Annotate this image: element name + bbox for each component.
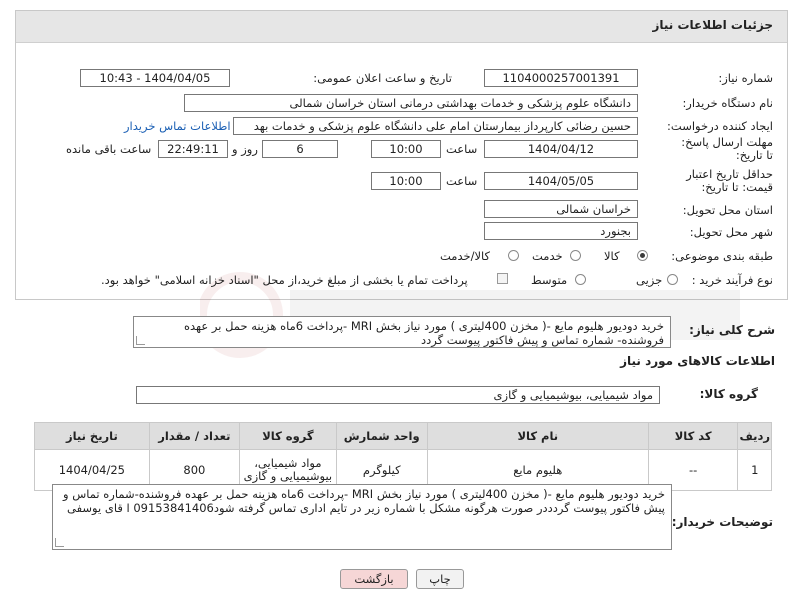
resize-grip-icon[interactable] bbox=[136, 336, 145, 345]
cell-group-line1: مواد شیمیایی، bbox=[254, 456, 322, 470]
province-label: استان محل تحویل: bbox=[682, 203, 773, 217]
process-medium-radio[interactable] bbox=[575, 274, 586, 285]
cell-group-line2: بیوشیمیایی و گازی bbox=[243, 469, 333, 483]
goods-group-value: مواد شیمیایی، بیوشیمیایی و گازی bbox=[136, 386, 660, 404]
days-value: 6 bbox=[262, 140, 338, 158]
category-service-label: خدمت bbox=[532, 249, 563, 263]
category-goods-service-label: کالا/خدمت bbox=[440, 249, 491, 263]
goods-table: ردیف کد کالا نام کالا واحد شمارش گروه کا… bbox=[34, 422, 772, 491]
process-minor-radio[interactable] bbox=[667, 274, 678, 285]
print-button[interactable]: چاپ bbox=[416, 569, 464, 589]
buyer-notes-label: توضیحات خریدار: bbox=[671, 515, 773, 529]
col-name: نام کالا bbox=[426, 422, 649, 450]
buyer-org-label: نام دستگاه خریدار: bbox=[682, 96, 773, 110]
city-label: شهر محل تحویل: bbox=[689, 225, 773, 239]
requester-label: ایجاد کننده درخواست: bbox=[667, 119, 773, 133]
treasury-payment-checkbox[interactable] bbox=[497, 273, 508, 284]
province-value: خراسان شمالی bbox=[484, 200, 638, 218]
category-service-radio[interactable] bbox=[570, 250, 581, 261]
price-validity-label: حداقل تاریخ اعتبار قیمت: تا تاریخ: bbox=[686, 167, 773, 194]
process-minor-label: جزیی bbox=[636, 273, 663, 287]
category-goods-label: کالا bbox=[604, 249, 620, 263]
category-goods-radio[interactable] bbox=[637, 250, 648, 261]
buyer-contact-link[interactable]: اطلاعات تماس خریدار bbox=[124, 119, 231, 133]
buyer-notes-textarea[interactable]: خرید دودیور هلیوم مایع -( مخزن 400لیتری … bbox=[52, 484, 672, 550]
need-number-label: شماره نیاز: bbox=[718, 71, 773, 85]
buyer-org-value: دانشگاه علوم پزشکی و خدمات بهداشتی درمان… bbox=[184, 94, 638, 112]
process-medium-label: متوسط bbox=[531, 273, 568, 287]
deadline-time-value: 10:00 bbox=[371, 140, 441, 158]
resize-grip-icon[interactable] bbox=[55, 538, 64, 547]
price-validity-time-label: ساعت bbox=[446, 174, 478, 188]
col-qty: تعداد / مقدار bbox=[148, 422, 240, 450]
back-button[interactable]: بازگشت bbox=[340, 569, 408, 589]
city-value: بجنورد bbox=[484, 222, 638, 240]
process-type-label: نوع فرآیند خرید : bbox=[691, 273, 773, 287]
price-validity-time-value: 10:00 bbox=[371, 172, 441, 190]
panel-title: جزئیات اطلاعات نیاز bbox=[652, 18, 773, 32]
panel-header: جزئیات اطلاعات نیاز bbox=[16, 11, 787, 43]
description-textarea[interactable]: خرید دودیور هلیوم مایع -( مخزن 400لیتری … bbox=[133, 316, 671, 348]
treasury-payment-note: پرداخت تمام یا بخشی از مبلغ خرید،از محل … bbox=[101, 273, 468, 287]
deadline-time-label: ساعت bbox=[446, 142, 478, 156]
goods-section-title: اطلاعات کالاهای مورد نیاز bbox=[620, 354, 775, 368]
col-unit: واحد شمارش bbox=[335, 422, 428, 450]
announce-datetime-label: تاریخ و ساعت اعلان عمومی: bbox=[313, 71, 452, 85]
description-text: خرید دودیور هلیوم مایع -( مخزن 400لیتری … bbox=[184, 319, 664, 347]
goods-table-header: ردیف کد کالا نام کالا واحد شمارش گروه کا… bbox=[34, 422, 772, 450]
col-row: ردیف bbox=[737, 422, 772, 450]
need-number-value: 1104000257001391 bbox=[484, 69, 638, 87]
col-date: تاریخ نیاز bbox=[34, 422, 150, 450]
remaining-time-label: ساعت باقی مانده bbox=[66, 142, 152, 156]
category-goods-service-radio[interactable] bbox=[508, 250, 519, 261]
buyer-notes-text: خرید دودیور هلیوم مایع -( مخزن 400لیتری … bbox=[63, 487, 665, 515]
category-label: طبقه بندی موضوعی: bbox=[671, 249, 773, 263]
requester-value: حسین رضائی کارپرداز بیمارستان امام علی د… bbox=[233, 117, 638, 135]
days-label: روز و bbox=[232, 142, 258, 156]
description-label: شرح کلی نیاز: bbox=[689, 323, 775, 337]
remaining-time-value: 22:49:11 bbox=[158, 140, 228, 158]
col-code: کد کالا bbox=[647, 422, 739, 450]
goods-group-label: گروه کالا: bbox=[699, 387, 758, 401]
deadline-label: مهلت ارسال پاسخ: تا تاریخ: bbox=[681, 135, 773, 162]
deadline-date-value: 1404/04/12 bbox=[484, 140, 638, 158]
cell-row: 1 bbox=[737, 449, 772, 491]
col-group: گروه کالا bbox=[238, 422, 337, 450]
price-validity-date-value: 1404/05/05 bbox=[484, 172, 638, 190]
announce-datetime-value: 1404/04/05 - 10:43 bbox=[80, 69, 230, 87]
